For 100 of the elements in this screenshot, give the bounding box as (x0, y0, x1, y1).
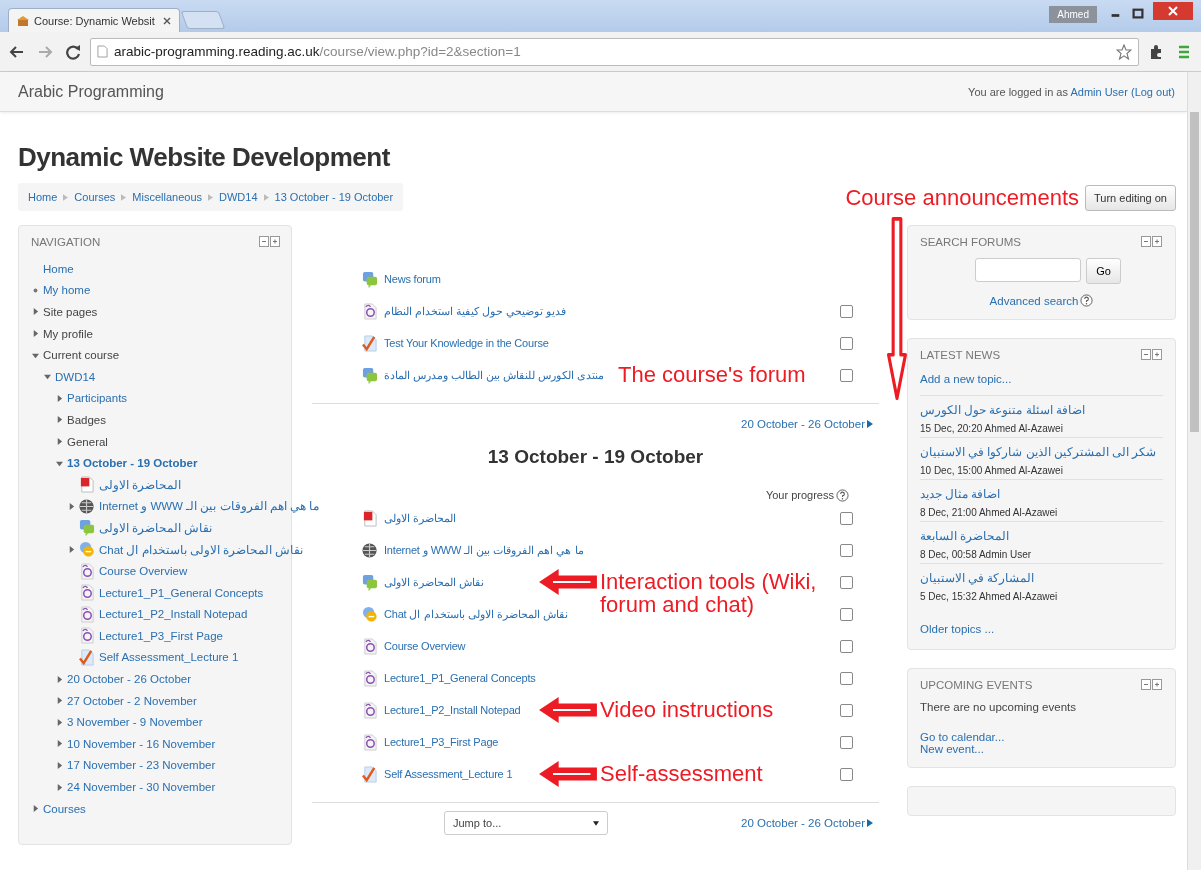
completion-checkbox[interactable] (840, 511, 853, 525)
older-topics-link[interactable]: Older topics ... (920, 623, 995, 635)
news-title-link[interactable]: المحاضرة السابعة (920, 530, 1010, 542)
address-bar[interactable]: arabic-programming.reading.ac.uk/course/view.php?id=2&section=1 (90, 37, 1139, 66)
breadcrumb-link[interactable]: Home (28, 191, 58, 203)
go-button[interactable]: Go (1086, 258, 1121, 284)
nav-item[interactable]: 20 October - 26 October (67, 673, 191, 686)
nav-item[interactable]: DWD14 (55, 370, 96, 383)
nav-item[interactable]: نقاش المحاضرة الاولى باستخدام ال Chat (99, 542, 304, 557)
nav-item[interactable]: Lecture1_P1_General Concepts (99, 586, 264, 599)
close-icon[interactable] (163, 16, 171, 25)
news-title-link[interactable]: المشاركة في الاستبيان (920, 572, 1035, 584)
nav-item[interactable]: Home (43, 262, 74, 275)
new-event-link[interactable]: New event... (920, 743, 1163, 755)
collapsed-arrow-icon[interactable] (55, 697, 63, 705)
next-section-link[interactable]: 20 October - 26 October (741, 817, 865, 829)
activity-link[interactable]: نقاش المحاضرة الاولى (384, 575, 485, 589)
collapsed-arrow-icon[interactable] (55, 675, 63, 683)
nav-item[interactable]: 17 November - 23 November (67, 759, 216, 772)
collapsed-arrow-icon[interactable] (55, 783, 63, 791)
breadcrumb-link[interactable]: DWD14 (219, 191, 258, 203)
collapsed-arrow-icon[interactable] (55, 438, 63, 446)
completion-checkbox[interactable] (840, 336, 853, 350)
star-icon[interactable] (1116, 43, 1132, 60)
collapsed-arrow-icon[interactable] (55, 394, 63, 402)
nav-item[interactable]: نقاش المحاضرة الاولى (99, 520, 213, 535)
news-title-link[interactable]: اضافة اسئلة متنوعة حول الكورس (920, 404, 1085, 416)
next-section-link[interactable]: 20 October - 26 October (741, 418, 865, 430)
breadcrumb-link[interactable]: Courses (74, 191, 116, 203)
nav-item[interactable]: Lecture1_P2_Install Notepad (99, 608, 248, 621)
user-link[interactable]: Admin User (1070, 85, 1128, 98)
nav-item[interactable]: Participants (67, 392, 128, 405)
breadcrumb-link[interactable]: Miscellaneous (132, 191, 202, 203)
collapsed-arrow-icon[interactable] (55, 718, 63, 726)
scrollbar[interactable] (1187, 72, 1201, 870)
add-topic-link[interactable]: Add a new topic... (920, 373, 1012, 385)
expanded-arrow-icon[interactable] (55, 459, 63, 467)
nav-item[interactable]: ما هي اهم الفروقات بين الـ WWW و Internet (99, 499, 320, 514)
completion-checkbox[interactable] (840, 639, 853, 653)
nav-item[interactable]: 3 November - 9 November (67, 716, 203, 729)
dock-icon[interactable] (1141, 679, 1163, 691)
nav-item[interactable]: Badges (67, 413, 106, 426)
collapsed-arrow-icon[interactable] (31, 805, 39, 813)
turn-editing-on-button[interactable]: Turn editing on (1085, 185, 1176, 211)
activity-link[interactable]: Lecture1_P2_Install Notepad (384, 704, 521, 716)
dock-icon[interactable] (259, 236, 281, 248)
nav-item[interactable]: 27 October - 2 November (67, 694, 197, 707)
news-title-link[interactable]: شكر الى المشتركين الذين شاركوا في الاستبيان (920, 446, 1157, 458)
dock-icon[interactable] (1141, 349, 1163, 361)
nav-item[interactable]: My profile (43, 327, 93, 340)
breadcrumb-link[interactable]: 13 October - 19 October (274, 191, 394, 203)
menu-icon[interactable] (1176, 43, 1192, 60)
next-arrow-icon[interactable] (867, 819, 873, 827)
nav-item[interactable]: Self Assessment_Lecture 1 (99, 651, 239, 664)
completion-checkbox[interactable] (840, 543, 853, 557)
nav-item[interactable]: Courses (43, 802, 86, 815)
help-icon[interactable] (1080, 294, 1094, 307)
next-arrow-icon[interactable] (867, 420, 873, 428)
nav-item[interactable]: Current course (43, 349, 120, 362)
nav-item[interactable]: 13 October - 19 October (67, 457, 198, 470)
activity-link[interactable]: نقاش المحاضرة الاولى باستخدام ال Chat (384, 607, 568, 621)
completion-checkbox[interactable] (840, 575, 853, 589)
completion-checkbox[interactable] (840, 767, 853, 781)
nav-item[interactable]: Lecture1_P3_First Page (99, 629, 224, 642)
search-field[interactable] (975, 258, 1082, 282)
dock-icon[interactable] (1141, 236, 1163, 248)
scrollbar-thumb[interactable] (1190, 112, 1199, 432)
reload-icon[interactable] (65, 43, 81, 60)
logout-link[interactable]: (Log out) (1130, 85, 1175, 98)
completion-checkbox[interactable] (840, 368, 853, 382)
puzzle-icon[interactable] (1148, 43, 1164, 60)
completion-checkbox[interactable] (840, 703, 853, 717)
activity-link[interactable]: المحاضرة الاولى (384, 511, 457, 525)
activity-link[interactable]: Course Overview (384, 640, 466, 652)
news-title-link[interactable]: اضافة مثال جديد (920, 488, 1001, 500)
collapsed-arrow-icon[interactable] (67, 502, 75, 510)
nav-item[interactable]: Site pages (43, 306, 98, 318)
expanded-arrow-icon[interactable] (43, 373, 51, 381)
nav-item[interactable]: My home (43, 284, 91, 297)
site-name[interactable]: Arabic Programming (18, 82, 164, 101)
collapsed-arrow-icon[interactable] (55, 416, 63, 424)
advanced-search-link[interactable]: Advanced search (989, 294, 1079, 307)
completion-checkbox[interactable] (840, 304, 853, 318)
nav-item[interactable]: Course Overview (99, 565, 188, 578)
nav-item[interactable]: 24 November - 30 November (67, 781, 216, 794)
collapsed-arrow-icon[interactable] (67, 546, 75, 553)
expanded-arrow-icon[interactable] (31, 351, 39, 359)
activity-link[interactable]: Self Assessment_Lecture 1 (384, 768, 513, 780)
help-icon[interactable] (836, 488, 849, 502)
completion-checkbox[interactable] (840, 607, 853, 621)
back-arrow-icon[interactable] (9, 43, 25, 60)
completion-checkbox[interactable] (840, 735, 853, 749)
calendar-link[interactable]: Go to calendar... (920, 731, 1163, 743)
nav-item[interactable]: General (67, 435, 108, 448)
activity-link[interactable]: ما هي اهم الفروقات بين الـ WWW و Internet (384, 543, 584, 557)
activity-link[interactable]: فديو توضيحي حول كيفية استخدام النظام (384, 304, 567, 318)
nav-item[interactable]: 10 November - 16 November (67, 737, 216, 750)
browser-tab[interactable]: Course: Dynamic Websit (8, 8, 180, 32)
nav-item[interactable]: المحاضرة الاولى (99, 477, 182, 492)
activity-link[interactable]: Lecture1_P1_General Concepts (384, 672, 536, 684)
